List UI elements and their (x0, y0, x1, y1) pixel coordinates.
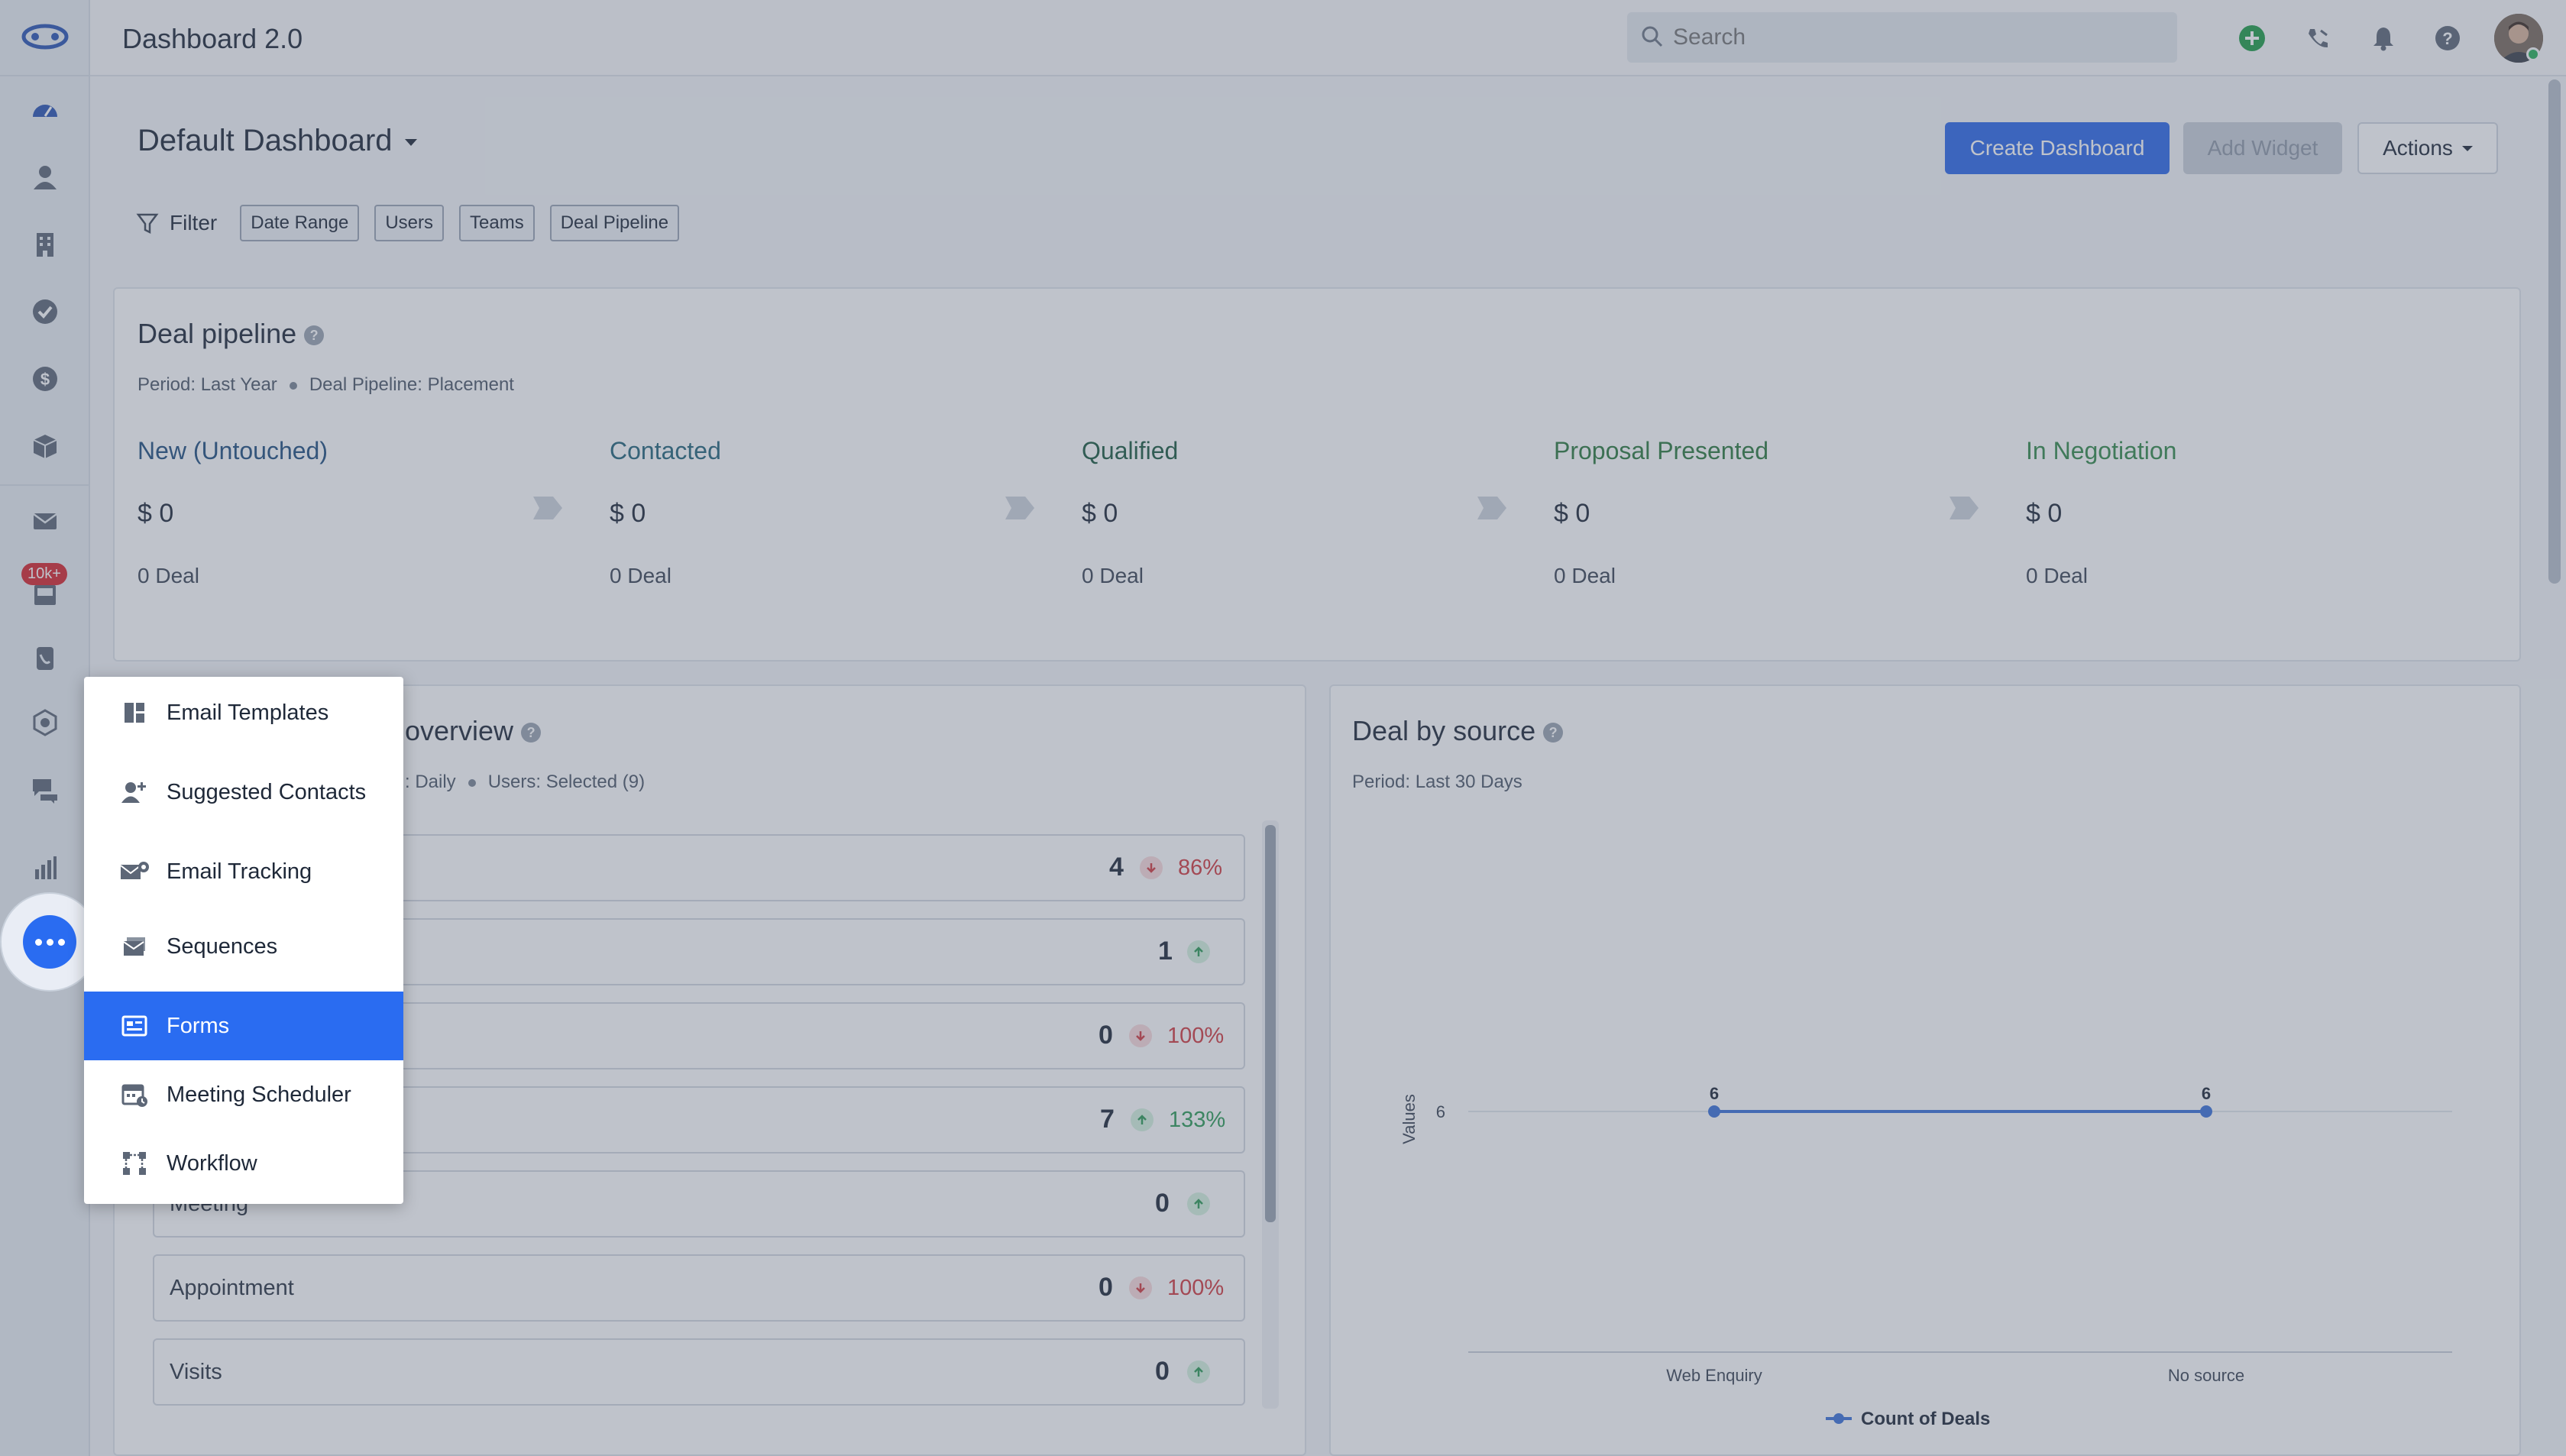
menu-item-label: Email Tracking (167, 859, 312, 884)
menu-item-workflow[interactable]: Workflow (84, 1129, 403, 1198)
menu-item-label: Suggested Contacts (167, 779, 367, 804)
email-tracking-icon (119, 856, 150, 887)
template-icon (119, 697, 150, 728)
menu-item-email-templates[interactable]: Email Templates (84, 678, 403, 747)
menu-item-suggested-contacts[interactable]: Suggested Contacts (84, 758, 403, 827)
menu-item-label: Workflow (167, 1150, 257, 1176)
menu-item-forms[interactable]: Forms (84, 992, 403, 1060)
calendar-icon (119, 1079, 150, 1110)
menu-item-email-tracking[interactable]: Email Tracking (84, 837, 403, 906)
more-apps-button[interactable] (23, 915, 76, 969)
menu-item-label: Forms (167, 1013, 230, 1038)
forms-icon (119, 1011, 150, 1041)
workflow-icon (119, 1148, 150, 1179)
menu-item-label: Sequences (167, 933, 278, 959)
sequences-icon (119, 931, 150, 962)
menu-item-sequences[interactable]: Sequences (84, 912, 403, 981)
menu-item-meeting-scheduler[interactable]: Meeting Scheduler (84, 1060, 403, 1129)
more-apps-menu: Email Templates Suggested Contacts Email… (84, 677, 403, 1204)
menu-item-label: Email Templates (167, 700, 329, 725)
add-contact-icon (119, 777, 150, 807)
menu-item-label: Meeting Scheduler (167, 1082, 351, 1107)
